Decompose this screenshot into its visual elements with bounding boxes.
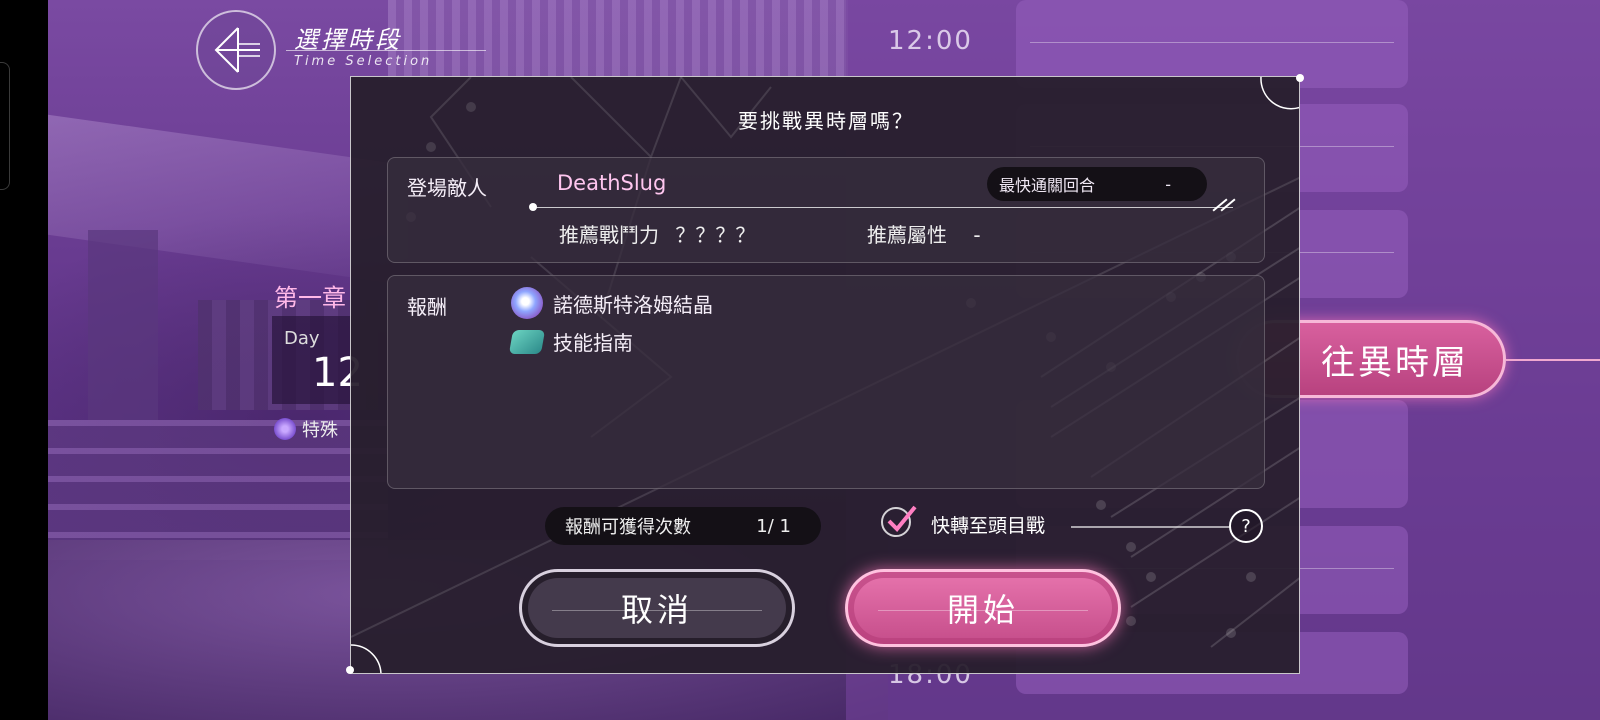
reward-label: 報酬 xyxy=(407,295,447,319)
checkmark-icon xyxy=(887,505,917,532)
recommended-attribute-label: 推薦屬性 xyxy=(867,223,947,247)
dialog-corner-dot xyxy=(346,666,354,674)
chapter-label: 第一章 xyxy=(274,284,346,312)
reward-item[interactable]: 諾德斯特洛姆結晶 xyxy=(511,287,713,319)
start-button-label: 開始 xyxy=(946,591,1019,629)
special-indicator: 特殊 xyxy=(274,416,338,442)
crystal-icon xyxy=(511,287,543,319)
challenge-dialog: 要挑戰異時層嗎？ 登場敵人 DeathSlug 最快通關回合 - 推薦戰鬥力 ？… xyxy=(350,76,1300,674)
skill-guide-icon xyxy=(508,329,546,354)
fastest-clear-value: - xyxy=(1165,174,1171,194)
time-slot-line xyxy=(1030,42,1394,43)
special-label: 特殊 xyxy=(302,420,338,441)
cancel-button-label: 取消 xyxy=(620,591,693,629)
reward-item-name: 諾德斯特洛姆結晶 xyxy=(553,292,713,317)
page-subtitle: Time Selection xyxy=(294,54,433,69)
dialog-corner-dot xyxy=(1296,74,1304,82)
time-label-noon: 12:00 xyxy=(888,26,973,56)
time-slot[interactable] xyxy=(1016,0,1408,88)
scene-pillar xyxy=(88,230,158,420)
back-arrow-icon xyxy=(214,27,260,73)
recommended-attribute-value: - xyxy=(973,223,981,247)
reward-item-name: 技能指南 xyxy=(553,331,633,355)
fastest-clear-badge: 最快通關回合 - xyxy=(987,167,1207,201)
help-button[interactable]: ? xyxy=(1229,509,1263,543)
edge-tab xyxy=(0,62,10,190)
fast-forward-label: 快轉至頭目戰 xyxy=(931,515,1046,537)
reward-count-value: 1/ 1 xyxy=(756,515,791,537)
recommended-power-label: 推薦戰鬥力 xyxy=(559,223,659,247)
reward-item[interactable]: 技能指南 xyxy=(508,327,633,356)
start-button[interactable]: 開始 xyxy=(845,569,1121,647)
cancel-button[interactable]: 取消 xyxy=(519,569,795,647)
enemy-label: 登場敵人 xyxy=(407,176,487,200)
reward-count-label: 報酬可獲得次數 xyxy=(565,517,691,538)
enemy-divider xyxy=(533,207,1233,208)
recommended-attribute: 推薦屬性 - xyxy=(867,219,981,248)
scene-roof xyxy=(388,0,848,80)
day-label: Day xyxy=(284,328,320,349)
back-button[interactable] xyxy=(196,10,276,90)
dialog-title: 要挑戰異時層嗎？ xyxy=(738,109,914,133)
reward-count-badge: 報酬可獲得次數 1/ 1 xyxy=(545,507,821,545)
fast-forward-line xyxy=(1071,526,1231,528)
screen-edge xyxy=(0,0,48,720)
recommended-power: 推薦戰鬥力 ？？？？ xyxy=(559,219,755,248)
title-underline xyxy=(286,50,486,51)
recommended-power-value: ？？？？ xyxy=(675,223,756,247)
enemy-name: DeathSlug xyxy=(557,171,667,195)
goto-line xyxy=(1506,359,1600,361)
swirl-icon xyxy=(274,418,296,440)
goto-button-label: 往異時層 xyxy=(1321,342,1469,383)
fast-forward-checkbox[interactable] xyxy=(881,505,917,537)
fastest-clear-label: 最快通關回合 xyxy=(999,176,1096,195)
